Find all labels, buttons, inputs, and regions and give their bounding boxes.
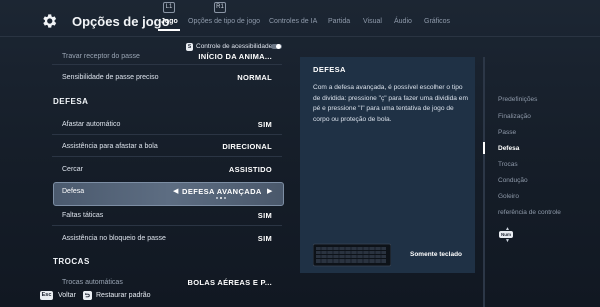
keyboard-only-label: Somente teclado xyxy=(410,251,463,258)
option-page-dot xyxy=(224,197,226,199)
row-label-pass-sensitivity[interactable]: Sensibilidade de passe preciso xyxy=(62,74,159,81)
tab-controles-ia[interactable]: Controles de IA xyxy=(269,18,317,25)
row-value-auto-switching: BOLAS AÉREAS E P... xyxy=(187,278,272,287)
nav-track xyxy=(483,57,485,307)
row-label-pass-block[interactable]: Assistência no bloqueio de passe xyxy=(62,235,166,242)
row-label-contain[interactable]: Cercar xyxy=(62,166,83,173)
info-title: DEFESA xyxy=(313,65,346,74)
tab-graficos[interactable]: Gráficos xyxy=(424,18,450,25)
tab-opcoes-tipo-jogo[interactable]: Opções de tipo de jogo xyxy=(188,18,260,25)
keyboard-icon xyxy=(313,243,391,267)
divider xyxy=(52,134,282,135)
row-label-clear-assist[interactable]: Assistência para afastar a bola xyxy=(62,143,158,150)
row-value-auto-clear[interactable]: SIM xyxy=(258,120,272,129)
nav-item-presets[interactable]: Predefinições xyxy=(498,96,537,103)
active-tab-indicator xyxy=(158,29,180,31)
row-value-pass-block[interactable]: SIM xyxy=(258,234,272,243)
nav-item-switching[interactable]: Trocas xyxy=(498,161,518,168)
arrow-left-icon[interactable]: ◀ xyxy=(173,187,178,195)
restore-defaults-button[interactable]: Restaurar padrão xyxy=(96,292,150,299)
nav-item-defense[interactable]: Defesa xyxy=(498,145,519,152)
nav-item-shooting[interactable]: Finalização xyxy=(498,113,531,120)
nav-item-controls-reference[interactable]: referência de controle xyxy=(498,209,561,216)
divider xyxy=(52,64,282,65)
header-divider xyxy=(0,36,600,37)
nav-item-dribbling[interactable]: Condução xyxy=(498,177,528,184)
bumper-left-hint: L1 xyxy=(163,2,175,13)
divider xyxy=(52,225,282,226)
row-value-pass-receiver: INÍCIO DA ANIMA... xyxy=(198,52,272,61)
row-value-contain[interactable]: ASSISTIDO xyxy=(229,165,272,174)
back-button[interactable]: Voltar xyxy=(58,292,76,299)
option-page-dot-active xyxy=(220,197,222,199)
esc-key-hint: Esc xyxy=(40,291,53,300)
chevron-down-icon: ▼ xyxy=(505,238,510,244)
arrow-right-icon[interactable]: ▶ xyxy=(267,187,272,195)
section-defense-heading: DEFESA xyxy=(53,97,89,106)
gear-icon xyxy=(43,14,57,28)
row-label-pass-receiver[interactable]: Travar receptor do passe xyxy=(62,53,140,60)
row-value-defense[interactable]: DEFESA AVANÇADA xyxy=(182,187,262,196)
accessibility-toggle-knob xyxy=(276,44,281,49)
page-title: Opções de jogo xyxy=(72,14,170,29)
row-value-clear-assist[interactable]: DIRECIONAL xyxy=(222,142,272,151)
tab-audio[interactable]: Áudio xyxy=(394,18,412,25)
option-page-dot xyxy=(216,197,218,199)
tab-jogo[interactable]: Jogo xyxy=(161,18,178,25)
row-label-defense[interactable]: Defesa xyxy=(62,188,84,195)
row-label-auto-switching[interactable]: Trocas automáticas xyxy=(62,279,123,286)
row-label-tactical-fouls[interactable]: Faltas táticas xyxy=(62,212,103,219)
accessibility-label: Controle de acessibilidade xyxy=(196,43,273,50)
num-key-hint: Num xyxy=(499,231,513,238)
bumper-right-hint: R1 xyxy=(214,2,226,13)
info-description: Com a defesa avançada, é possível escolh… xyxy=(313,84,468,123)
row-label-auto-clear[interactable]: Afastar automático xyxy=(62,121,120,128)
restore-key-icon xyxy=(83,291,92,300)
nav-item-goalkeeper[interactable]: Goleiro xyxy=(498,193,519,200)
section-switching-heading: TROCAS xyxy=(53,257,90,266)
row-value-tactical-fouls[interactable]: SIM xyxy=(258,211,272,220)
row-value-pass-sensitivity[interactable]: NORMAL xyxy=(237,73,272,82)
nav-active-indicator xyxy=(483,142,485,154)
tab-partida[interactable]: Partida xyxy=(328,18,350,25)
divider xyxy=(52,156,282,157)
nav-item-passing[interactable]: Passe xyxy=(498,129,516,136)
accessibility-key-hint: S xyxy=(186,43,193,51)
tab-visual[interactable]: Visual xyxy=(363,18,382,25)
